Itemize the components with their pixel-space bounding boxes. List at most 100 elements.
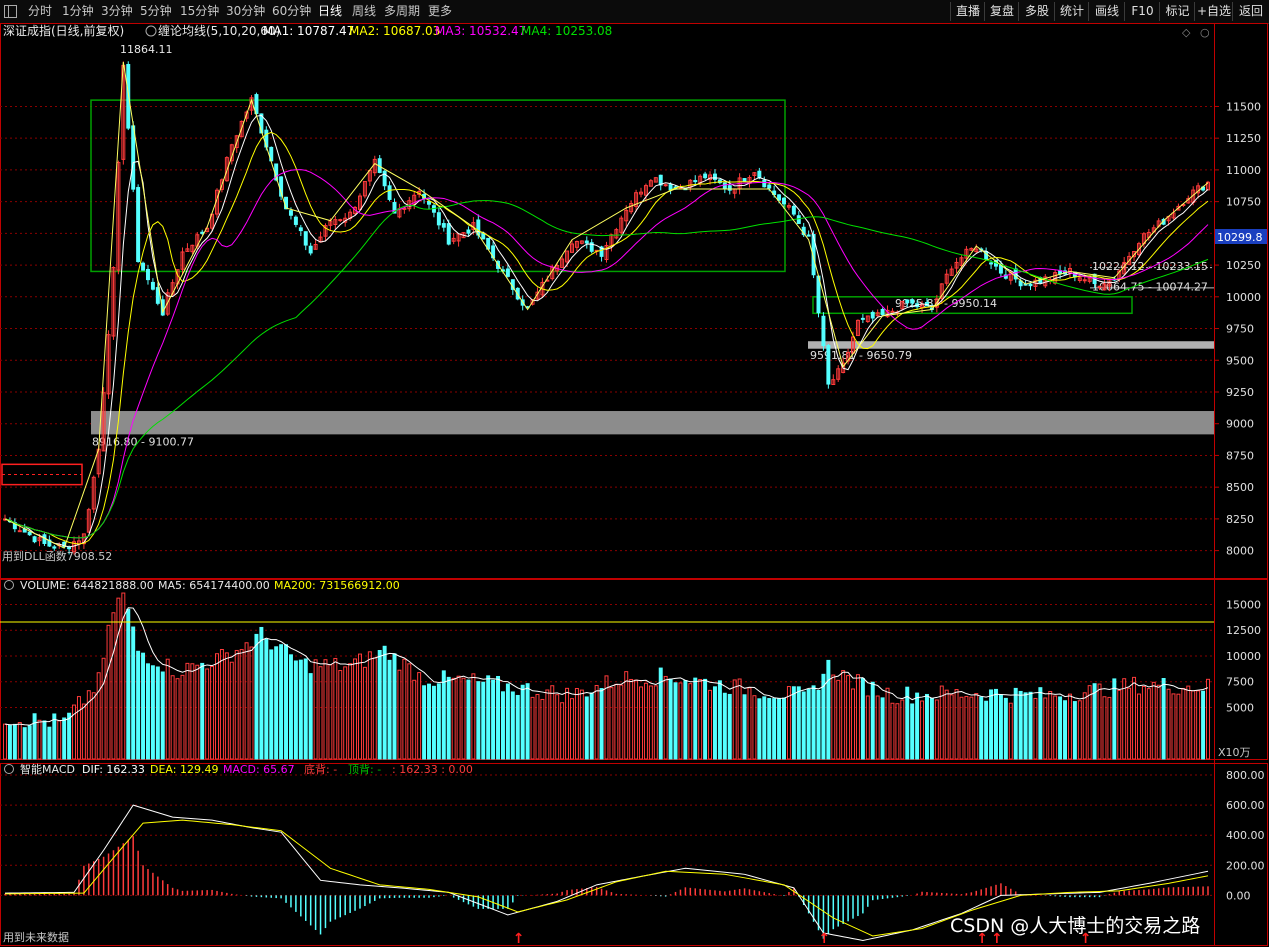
volume-bar — [293, 660, 298, 760]
toolbar-button-4[interactable]: 画线 — [1088, 2, 1125, 21]
volume-bar — [1186, 685, 1191, 760]
volume-bar — [491, 679, 496, 760]
volume-bar — [338, 670, 343, 760]
toolbar-button-3[interactable]: 统计 — [1054, 2, 1089, 21]
ma2-value: MA2: 10687.03 — [349, 24, 440, 38]
volume-bar — [910, 703, 915, 760]
volume-bar — [1013, 687, 1018, 760]
volume-bar — [767, 698, 772, 760]
volume-bar — [333, 657, 338, 760]
volume-bar — [32, 713, 37, 760]
volume-bar — [47, 726, 52, 760]
volume-bar — [890, 702, 895, 760]
volume-bar — [377, 649, 382, 760]
volume-bar — [500, 691, 505, 760]
candle-body — [17, 530, 22, 533]
timeframe-4[interactable]: 15分钟 — [180, 3, 219, 20]
timeframe-2[interactable]: 3分钟 — [101, 3, 133, 20]
toolbar-button-1[interactable]: 复盘 — [984, 2, 1019, 21]
price-tick-label: 8000 — [1226, 545, 1254, 558]
volume-bar — [249, 646, 254, 760]
chart-title: 深证成指(日线,前复权) — [3, 23, 124, 38]
timeframe-9[interactable]: 多周期 — [384, 3, 420, 20]
timeframe-6[interactable]: 60分钟 — [272, 3, 311, 20]
timeframe-10[interactable]: 更多 — [428, 3, 452, 20]
candle-body — [742, 178, 747, 182]
timeframe-8[interactable]: 周线 — [352, 3, 376, 20]
window-icon[interactable] — [4, 5, 17, 18]
price-tick-label: 9500 — [1226, 354, 1254, 367]
price-tick-label: 8250 — [1226, 513, 1254, 526]
volume-bar — [1191, 690, 1196, 760]
volume-bar — [106, 624, 111, 760]
close-icon[interactable]: ○ — [1200, 26, 1210, 39]
candle-body — [303, 231, 308, 246]
timeframe-5[interactable]: 30分钟 — [226, 3, 265, 20]
timeframe-3[interactable]: 5分钟 — [140, 3, 172, 20]
volume-bar — [510, 691, 515, 760]
current-price: 10299.8 — [1217, 231, 1263, 244]
macd-collapse-icon[interactable] — [4, 764, 14, 774]
volume-bar — [446, 676, 451, 760]
toolbar-button-8[interactable]: 返回 — [1232, 2, 1269, 21]
volume-bar — [412, 679, 417, 760]
volume-bar — [515, 694, 520, 760]
volume-bar — [905, 686, 910, 760]
diamond-icon[interactable]: ◇ — [1182, 26, 1191, 39]
volume-bar — [1063, 700, 1068, 760]
timeframe-0[interactable]: 分时 — [28, 3, 52, 20]
volume-bar — [328, 664, 333, 760]
candle-body — [1082, 279, 1087, 282]
candle-body — [446, 223, 451, 245]
volume-bar — [786, 686, 791, 760]
toolbar-button-5[interactable]: F10 — [1124, 2, 1160, 21]
toolbar-button-2[interactable]: 多股 — [1018, 2, 1055, 21]
timeframe-1[interactable]: 1分钟 — [62, 3, 94, 20]
volume-bar — [708, 689, 713, 760]
volume-bar — [7, 724, 12, 760]
volume-bar — [703, 678, 708, 760]
volume-bar — [939, 685, 944, 760]
volume-bar — [279, 644, 284, 760]
volume-bar — [944, 689, 949, 760]
volume-bar — [308, 673, 313, 760]
volume-bar — [486, 675, 491, 760]
volume-bar — [550, 685, 555, 760]
volume-bar — [1092, 683, 1097, 760]
volume-bar — [782, 697, 786, 760]
volume-bar — [1023, 692, 1028, 760]
volume-collapse-icon[interactable] — [4, 580, 14, 590]
candle-body — [141, 262, 146, 271]
volume-bar — [180, 674, 185, 760]
volume-bar — [653, 685, 658, 760]
volume-bar — [560, 702, 565, 760]
volume-bar — [555, 694, 560, 760]
volume-bar — [851, 688, 856, 760]
toolbar-button-6[interactable]: 标记 — [1159, 2, 1195, 21]
volume-bar — [668, 678, 673, 760]
volume-bar — [900, 699, 905, 760]
volume-bar — [1127, 687, 1132, 760]
candle-body — [466, 229, 471, 234]
toolbar-button-0[interactable]: 直播 — [950, 2, 985, 21]
volume-tick-label: 10000 — [1226, 650, 1261, 663]
volume-bar — [505, 683, 510, 760]
volume-bar — [17, 722, 22, 760]
candle-body — [200, 231, 205, 234]
volume-tick-label: 7500 — [1226, 676, 1254, 689]
candle-body — [826, 345, 831, 385]
toolbar-button-7[interactable]: +自选 — [1194, 2, 1233, 21]
volume-bar — [175, 678, 180, 760]
volume-bar — [343, 666, 348, 760]
axis-labels: 8000 8250 8500 8750 9000 9250 9500 9750 10000 102… — [1214, 100, 1265, 902]
volume-bar — [762, 696, 767, 760]
timeframe-7[interactable]: 日线 — [318, 3, 342, 20]
volume-bar — [1196, 690, 1201, 760]
stock-chart[interactable]: 8000 8250 8500 8750 9000 9250 9500 9750 10000 102… — [0, 23, 1269, 947]
toolbar: 分时 1分钟 3分钟 5分钟 15分钟 30分钟 60分钟 日线 周线 多周期 更多 直播 复盘 多股统… — [0, 0, 1269, 24]
volume-bar — [594, 684, 599, 760]
volume-bar — [126, 608, 131, 760]
volume-bar — [1117, 689, 1122, 760]
indicator-settings-icon[interactable] — [145, 25, 157, 37]
candle-body — [441, 223, 446, 228]
